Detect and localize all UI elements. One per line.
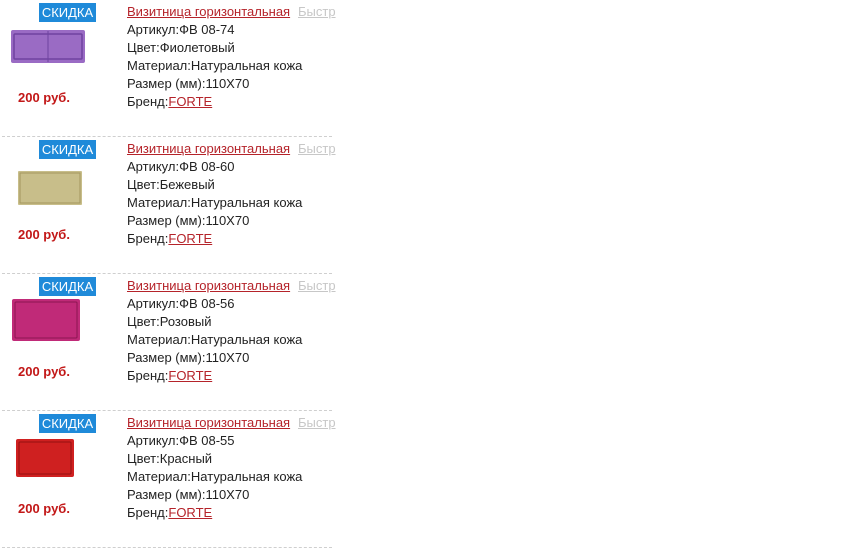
product-info: Визитница горизонтальная Артикул:ФВ 08-5…: [127, 277, 302, 385]
size-value: 110Х70: [205, 350, 250, 365]
material-value: Натуральная кожа: [190, 332, 303, 347]
article-label: Артикул:: [127, 433, 180, 448]
brand-label: Бренд:: [127, 505, 169, 520]
product-info: Визитница горизонтальная Артикул:ФВ 08-5…: [127, 414, 302, 522]
material-label: Материал:: [127, 58, 191, 73]
color-label: Цвет:: [127, 177, 160, 192]
product-image[interactable]: [8, 433, 90, 491]
quick-view-link[interactable]: Быстр: [298, 277, 336, 295]
product-item: СКИДКА 200 руб. Визитница горизонтальная…: [0, 0, 336, 137]
material-value: Натуральная кожа: [190, 469, 303, 484]
product-item: СКИДКА 200 руб. Визитница горизонтальная…: [0, 137, 336, 274]
size-label: Размер (мм):: [127, 76, 206, 91]
color-value: Бежевый: [159, 177, 215, 192]
quick-view-link[interactable]: Быстр: [298, 3, 336, 21]
product-item: СКИДКА 200 руб. Визитница горизонтальная…: [0, 411, 336, 548]
material-label: Материал:: [127, 469, 191, 484]
brand-link[interactable]: FORTE: [168, 505, 212, 520]
size-value: 110Х70: [205, 76, 250, 91]
size-label: Размер (мм):: [127, 213, 206, 228]
product-image[interactable]: [8, 159, 90, 217]
color-value: Красный: [159, 451, 213, 466]
product-price: 200 руб.: [18, 364, 70, 379]
discount-badge: СКИДКА: [39, 414, 96, 433]
product-title-link[interactable]: Визитница горизонтальная: [127, 415, 290, 430]
product-price: 200 руб.: [18, 501, 70, 516]
product-title-link[interactable]: Визитница горизонтальная: [127, 4, 290, 19]
brand-label: Бренд:: [127, 231, 169, 246]
brand-link[interactable]: FORTE: [168, 231, 212, 246]
color-label: Цвет:: [127, 451, 160, 466]
product-info: Визитница горизонтальная Артикул:ФВ 08-6…: [127, 140, 302, 248]
discount-badge: СКИДКА: [39, 277, 96, 296]
product-image[interactable]: [8, 22, 90, 80]
brand-link[interactable]: FORTE: [168, 94, 212, 109]
product-price: 200 руб.: [18, 90, 70, 105]
product-title-link[interactable]: Визитница горизонтальная: [127, 141, 290, 156]
quick-view-link[interactable]: Быстр: [298, 140, 336, 158]
size-label: Размер (мм):: [127, 350, 206, 365]
size-value: 110Х70: [205, 213, 250, 228]
article-label: Артикул:: [127, 296, 180, 311]
article-label: Артикул:: [127, 159, 180, 174]
article-label: Артикул:: [127, 22, 180, 37]
article-value: ФВ 08-56: [179, 296, 235, 311]
wallet-body: [12, 299, 80, 341]
brand-label: Бренд:: [127, 368, 169, 383]
material-label: Материал:: [127, 332, 191, 347]
wallet-body: [16, 439, 74, 477]
wallet-body: [18, 171, 82, 205]
color-label: Цвет:: [127, 40, 160, 55]
material-value: Натуральная кожа: [190, 195, 303, 210]
material-label: Материал:: [127, 195, 191, 210]
size-label: Размер (мм):: [127, 487, 206, 502]
article-value: ФВ 08-55: [179, 433, 235, 448]
size-value: 110Х70: [205, 487, 250, 502]
color-label: Цвет:: [127, 314, 160, 329]
quick-view-link[interactable]: Быстр: [298, 414, 336, 432]
brand-link[interactable]: FORTE: [168, 368, 212, 383]
color-value: Фиолетовый: [159, 40, 235, 55]
article-value: ФВ 08-60: [179, 159, 235, 174]
product-title-link[interactable]: Визитница горизонтальная: [127, 278, 290, 293]
discount-badge: СКИДКА: [39, 140, 96, 159]
product-image[interactable]: [8, 296, 90, 354]
product-list: СКИДКА 200 руб. Визитница горизонтальная…: [0, 0, 336, 548]
product-price: 200 руб.: [18, 227, 70, 242]
product-info: Визитница горизонтальная Артикул:ФВ 08-7…: [127, 3, 302, 111]
discount-badge: СКИДКА: [39, 3, 96, 22]
article-value: ФВ 08-74: [179, 22, 235, 37]
material-value: Натуральная кожа: [190, 58, 303, 73]
brand-label: Бренд:: [127, 94, 169, 109]
product-item: СКИДКА 200 руб. Визитница горизонтальная…: [0, 274, 336, 411]
color-value: Розовый: [159, 314, 212, 329]
